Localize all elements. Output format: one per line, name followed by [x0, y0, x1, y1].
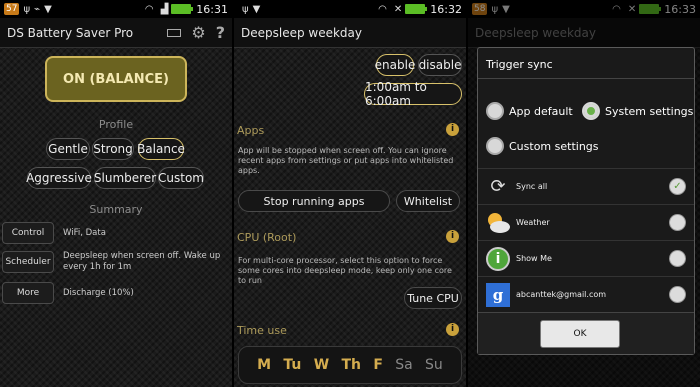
checkbox-icon[interactable]: [669, 250, 686, 267]
more-button[interactable]: More: [2, 282, 54, 304]
usb-icon: ψ: [242, 3, 249, 15]
power-toggle-button[interactable]: ON (BALANCE): [45, 56, 187, 102]
option-label: Custom settings: [509, 139, 599, 153]
apps-description: App will be stopped when screen off. You…: [238, 146, 454, 175]
stop-running-apps-button[interactable]: Stop running apps: [238, 190, 390, 212]
signal-icon: ▟: [160, 3, 169, 15]
apps-info-icon[interactable]: i: [446, 123, 459, 136]
radio-selected-icon: [582, 102, 600, 120]
account-row-show-me[interactable]: i Show Me: [478, 240, 694, 276]
battery-icon: [405, 4, 428, 14]
option-system-settings[interactable]: System settings: [582, 102, 693, 120]
account-label: Show Me: [516, 254, 552, 263]
day-monday[interactable]: M: [257, 357, 271, 373]
scheduler-button[interactable]: Scheduler: [2, 251, 54, 273]
weekday-selector: M Tu W Th F Sa Su: [238, 346, 462, 384]
checkbox-icon[interactable]: [669, 214, 686, 231]
ok-button[interactable]: OK: [540, 320, 620, 348]
google-icon: g: [484, 281, 512, 309]
control-button[interactable]: Control: [2, 222, 54, 244]
clock: 16:32: [430, 2, 462, 16]
tune-cpu-button[interactable]: Tune CPU: [404, 287, 462, 309]
profile-header: Profile: [98, 118, 134, 131]
account-label: Weather: [516, 218, 550, 227]
signal-off-icon: ✕: [393, 3, 403, 15]
option-label: App default: [509, 104, 573, 118]
trigger-sync-dialog: Trigger sync App default System settings…: [477, 47, 695, 355]
profile-gentle[interactable]: Gentle: [46, 138, 90, 160]
profile-slumberer[interactable]: Slumberer: [94, 167, 156, 189]
cpu-header: CPU (Root): [237, 231, 297, 244]
enable-button[interactable]: enable: [375, 54, 415, 76]
status-bar: ψ ▼ ◠ ✕ 16:32: [234, 0, 466, 18]
account-row-google[interactable]: g abcanttek@gmail.com: [478, 276, 694, 312]
battery-status-icon[interactable]: [167, 28, 182, 37]
checkbox-checked-icon[interactable]: ✓: [669, 178, 686, 195]
option-label: System settings: [605, 104, 694, 118]
gear-icon[interactable]: ⚙: [191, 23, 205, 42]
dialog-divider: [478, 78, 694, 79]
wifi-icon: ◠: [378, 3, 387, 15]
profile-strong[interactable]: Strong: [92, 138, 134, 160]
time-use-header: Time use: [237, 324, 287, 337]
download-icon: ▼: [44, 3, 52, 15]
deepsleep-settings-screen: ψ ▼ ◠ ✕ 16:32 Deepsleep weekday enable d…: [234, 0, 466, 387]
time-range-button[interactable]: 1:00am to 6:00am: [364, 80, 462, 108]
usb-icon: ψ: [23, 3, 31, 15]
day-wednesday[interactable]: W: [314, 357, 329, 373]
cpu-info-icon[interactable]: i: [446, 230, 459, 243]
summary-header: Summary: [89, 203, 143, 216]
battery-saver-main-screen: 57 ψ ⌁ ▼ ◠ ▟ 16:31 DS Battery Saver Pro …: [0, 0, 232, 387]
radio-icon: [486, 137, 504, 155]
wifi-icon: ◠: [144, 3, 154, 15]
checkbox-icon[interactable]: [669, 286, 686, 303]
more-summary: Discharge (10%): [63, 288, 134, 298]
account-label: Sync all: [516, 182, 548, 191]
dialog-title: Trigger sync: [486, 58, 553, 71]
dialog-button-bar: OK: [478, 312, 694, 354]
scheduler-summary: Deepsleep when screen off. Wake up every…: [63, 251, 221, 272]
radio-icon: [486, 102, 504, 120]
time-use-info-icon[interactable]: i: [446, 323, 459, 336]
day-saturday[interactable]: Sa: [395, 357, 412, 373]
screen-title: Deepsleep weekday: [241, 25, 363, 40]
profile-custom[interactable]: Custom: [158, 167, 204, 189]
screen-title-bar: Deepsleep weekday: [234, 18, 466, 48]
control-summary: WiFi, Data: [63, 228, 106, 238]
account-label: abcanttek@gmail.com: [516, 290, 607, 299]
account-row-weather[interactable]: Weather: [478, 204, 694, 240]
day-thursday[interactable]: Th: [341, 357, 361, 373]
status-bar: 57 ψ ⌁ ▼ ◠ ▟ 16:31: [0, 0, 232, 18]
app-title: DS Battery Saver Pro: [7, 25, 134, 40]
sync-icon: ⟳: [490, 176, 506, 197]
download-icon: ▼: [252, 3, 261, 15]
clock: 16:31: [196, 2, 228, 16]
weather-icon: [484, 209, 512, 237]
app-title-bar: DS Battery Saver Pro ⚙ ?: [0, 18, 232, 48]
cpu-description: For multi-core processor, select this op…: [238, 256, 452, 285]
option-app-default[interactable]: App default: [486, 102, 573, 120]
help-icon[interactable]: ?: [216, 23, 225, 42]
profile-aggressive[interactable]: Aggressive: [26, 167, 92, 189]
account-row-sync-all[interactable]: ⟳ Sync all ✓: [478, 168, 694, 204]
day-friday[interactable]: F: [373, 357, 383, 373]
usb-debug-icon: ⌁: [34, 3, 41, 15]
option-custom-settings[interactable]: Custom settings: [486, 137, 599, 155]
day-sunday[interactable]: Su: [425, 357, 443, 373]
info-green-icon: i: [484, 245, 512, 273]
battery-icon: [171, 4, 194, 14]
disable-button[interactable]: disable: [418, 54, 462, 76]
profile-balance[interactable]: Balance: [137, 138, 185, 160]
notification-badge: 57: [4, 3, 20, 15]
trigger-sync-screen: 58 ψ ▼ ◠ ✕ 16:33 Deepsleep weekday Trigg…: [468, 0, 700, 387]
apps-header: Apps: [237, 124, 265, 137]
day-tuesday[interactable]: Tu: [283, 357, 301, 373]
whitelist-button[interactable]: Whitelist: [396, 190, 460, 212]
